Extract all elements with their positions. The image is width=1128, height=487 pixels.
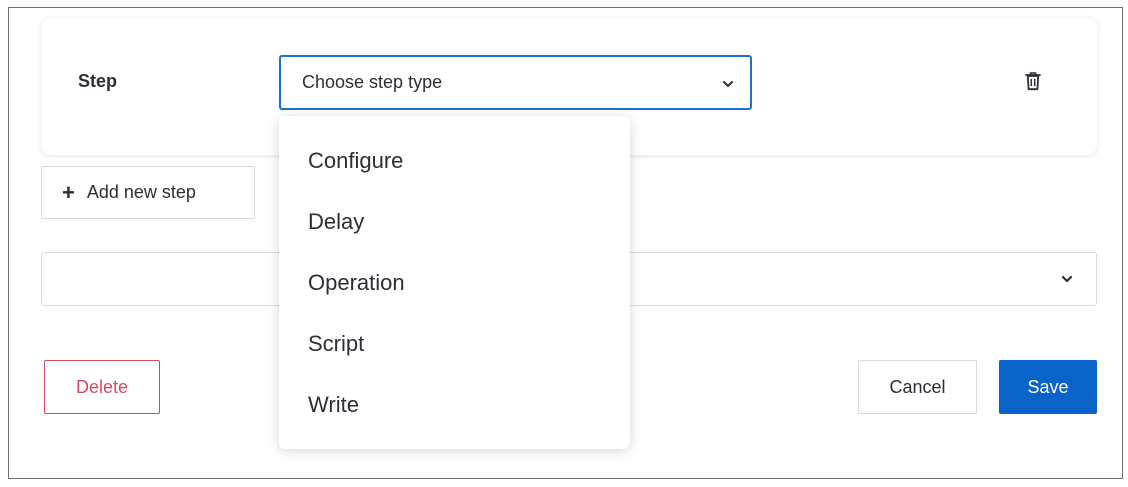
add-new-step-button[interactable]: + Add new step bbox=[41, 166, 255, 219]
delete-button[interactable]: Delete bbox=[44, 360, 160, 414]
chevron-down-icon bbox=[723, 81, 733, 87]
step-label: Step bbox=[78, 71, 118, 91]
cancel-button[interactable]: Cancel bbox=[858, 360, 977, 414]
chevron-down-icon bbox=[1061, 275, 1073, 283]
step-type-select[interactable]: Choose step type bbox=[279, 55, 752, 110]
add-new-step-label: Add new step bbox=[86, 182, 196, 202]
step-type-dropdown-menu: Configure Delay Operation Script Write bbox=[279, 116, 630, 449]
menu-item-write[interactable]: Write bbox=[279, 374, 630, 435]
trash-icon[interactable] bbox=[1025, 71, 1041, 91]
menu-item-operation[interactable]: Operation bbox=[279, 252, 630, 313]
save-button[interactable]: Save bbox=[999, 360, 1097, 414]
plus-icon: + bbox=[62, 179, 75, 205]
step-type-placeholder: Choose step type bbox=[302, 72, 443, 92]
menu-item-configure[interactable]: Configure bbox=[279, 130, 630, 191]
menu-item-delay[interactable]: Delay bbox=[279, 191, 630, 252]
menu-item-script[interactable]: Script bbox=[279, 313, 630, 374]
